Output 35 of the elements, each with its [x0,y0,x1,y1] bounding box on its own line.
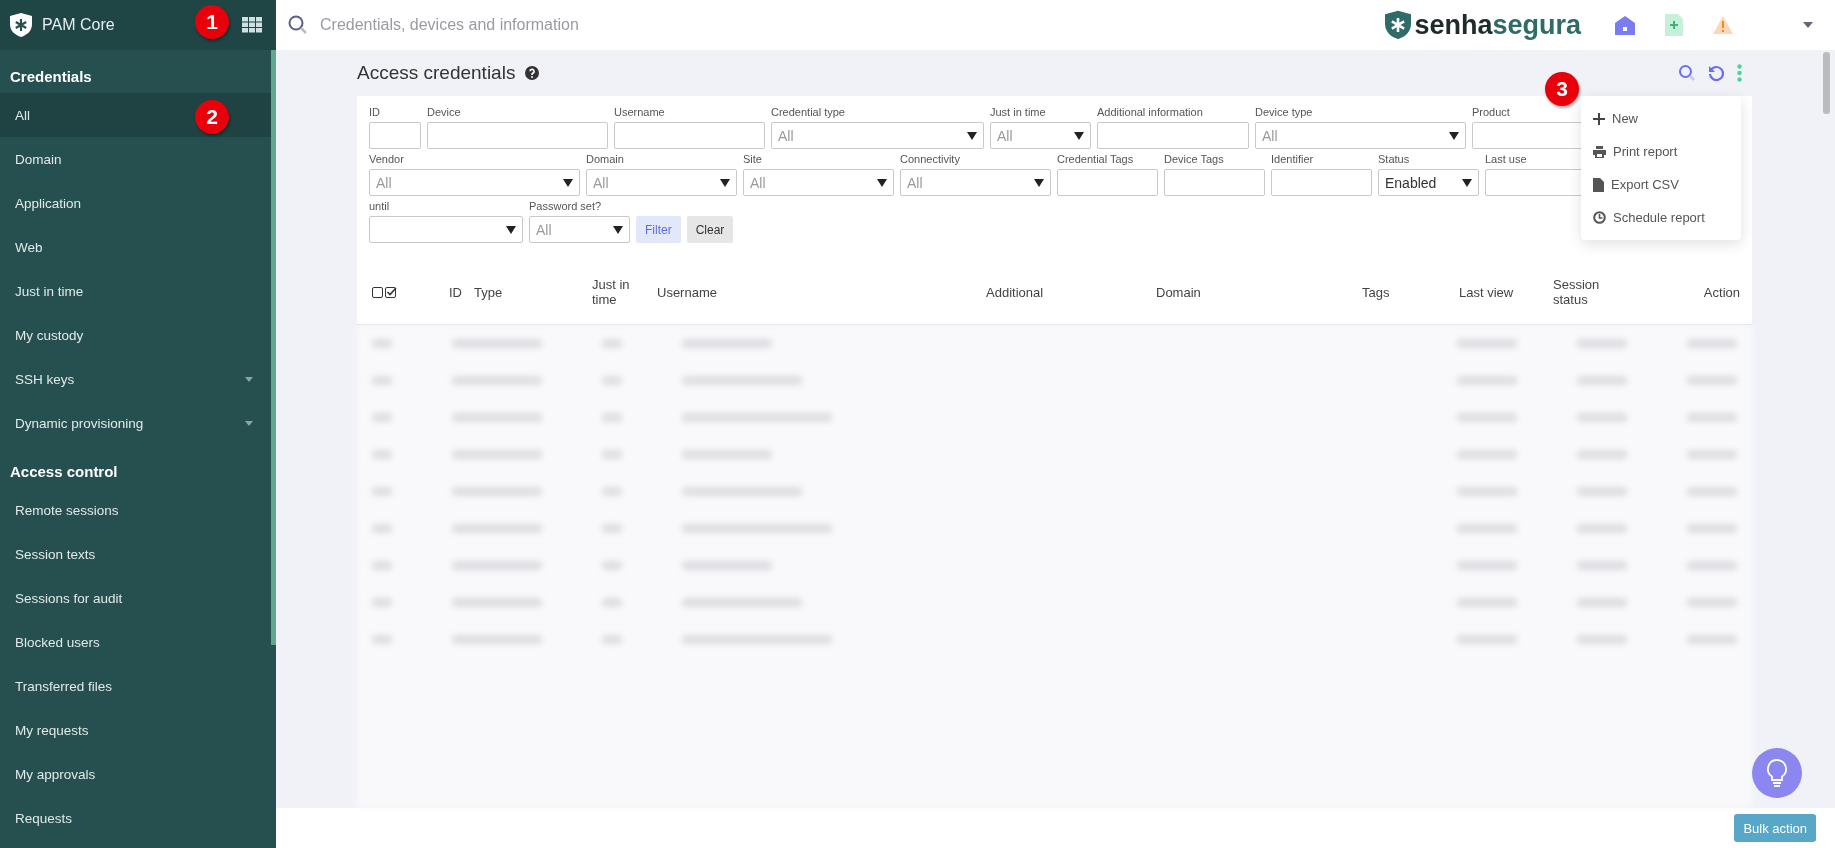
column-header: Action [1702,284,1740,300]
callout-marker: 3 [1545,72,1579,106]
app-title: PAM Core [42,16,115,34]
sidebar-section-title: Access control [9,462,119,482]
field-label: Identifier [1271,153,1314,166]
field-label: Product [1472,106,1510,119]
column-header: Username [657,284,718,300]
field-label: Just in time [990,106,1046,119]
field-label: Site [743,153,762,166]
field-label: ID [369,106,380,119]
column-header: Just in time [592,277,631,307]
brand-logo: senhasegura [1385,9,1581,41]
field-label: until [369,200,390,213]
column-header: Session status [1553,277,1601,307]
field-label: Password set? [529,200,602,213]
column-header: ID [449,284,463,300]
field-label: Status [1378,153,1410,166]
column-header: Last view [1459,284,1515,300]
column-header: Tags [1362,284,1391,300]
field-label: Username [614,106,665,119]
field-label: Last use [1485,153,1527,166]
column-header: Domain [1156,284,1202,300]
page-title: Access credentials [357,62,516,84]
field-label: Connectivity [900,153,960,166]
field-label: Vendor [369,153,404,166]
field-label: Device Tags [1164,153,1224,166]
field-label: Device type [1255,106,1313,119]
field-label: Credential Tags [1057,153,1134,166]
column-header: Additional [986,284,1045,300]
field-label: Credential type [771,106,845,119]
column-header: Type [474,284,504,300]
field-label: Additional information [1097,106,1203,119]
sidebar-section-title: Credentials [9,67,93,87]
field-label: Domain [586,153,624,166]
field-label: Device [427,106,461,119]
